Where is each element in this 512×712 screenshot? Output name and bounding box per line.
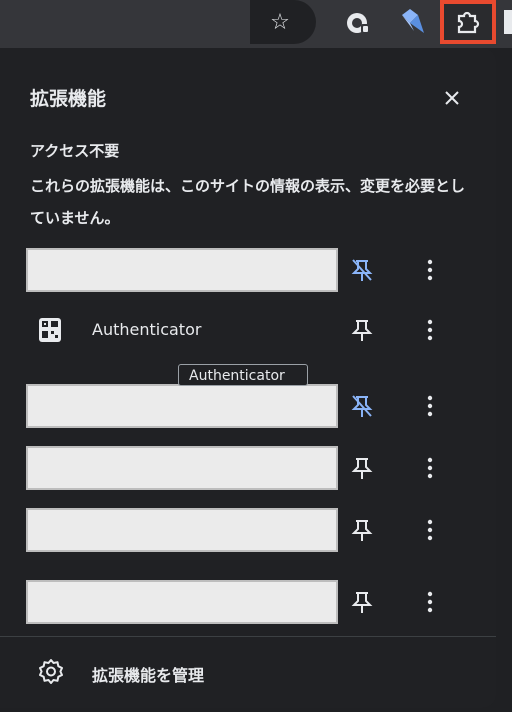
extension-row[interactable] <box>26 384 476 428</box>
diamond-extension-icon[interactable] <box>397 6 427 38</box>
panel-title: 拡張機能 <box>30 88 107 110</box>
extension-row[interactable] <box>26 446 476 490</box>
redacted-extension <box>26 446 338 490</box>
redacted-extension <box>26 384 338 428</box>
extension-row-authenticator[interactable]: Authenticator <box>26 308 476 352</box>
extensions-menu-button[interactable] <box>440 0 496 44</box>
more-vertical-icon <box>427 519 433 541</box>
pin-icon <box>351 520 373 541</box>
more-vertical-icon <box>427 395 433 417</box>
pin-button[interactable] <box>348 452 376 484</box>
extension-name: Authenticator <box>92 320 202 339</box>
extension-row[interactable] <box>26 248 476 292</box>
more-vertical-icon <box>427 457 433 479</box>
pin-icon <box>351 458 373 479</box>
close-button[interactable] <box>438 84 466 112</box>
extension-row[interactable] <box>26 580 476 624</box>
unpin-icon <box>351 259 373 281</box>
redacted-extension <box>26 580 338 624</box>
manage-extensions-button[interactable]: 拡張機能を管理 <box>0 644 496 704</box>
redacted-extension <box>26 508 338 552</box>
close-icon <box>445 91 459 105</box>
gear-icon <box>39 659 63 684</box>
bookmark-star-icon[interactable]: ☆ <box>264 6 296 38</box>
manage-extensions-label: 拡張機能を管理 <box>92 666 205 685</box>
pin-icon <box>351 320 373 341</box>
unpin-icon <box>351 395 373 417</box>
extension-row[interactable] <box>26 508 476 552</box>
section-description: これらの拡張機能は、このサイトの情報の表示、変更を必要としていません。 <box>30 177 466 227</box>
more-options-button[interactable] <box>418 390 442 422</box>
redacted-extension <box>26 248 338 292</box>
puzzle-piece-icon <box>457 11 480 34</box>
more-options-button[interactable] <box>418 452 442 484</box>
extensions-panel: 拡張機能 アクセス不要 これらの拡張機能は、このサイトの情報の表示、変更を必要と… <box>0 48 496 708</box>
pin-button[interactable] <box>348 514 376 546</box>
browser-toolbar: ☆ <box>0 0 512 48</box>
more-options-button[interactable] <box>418 254 442 286</box>
more-vertical-icon <box>427 591 433 613</box>
more-options-button[interactable] <box>418 314 442 346</box>
tooltip: Authenticator <box>178 364 308 386</box>
pin-button[interactable] <box>348 390 376 422</box>
pin-icon <box>351 592 373 613</box>
divider <box>0 636 496 637</box>
password-manager-icon[interactable] <box>343 8 373 38</box>
more-options-button[interactable] <box>418 514 442 546</box>
pin-button[interactable] <box>348 254 376 286</box>
overflow-edge <box>504 10 512 34</box>
more-vertical-icon <box>427 259 433 281</box>
pin-button[interactable] <box>348 314 376 346</box>
pin-button[interactable] <box>348 586 376 618</box>
more-vertical-icon <box>427 319 433 341</box>
section-title: アクセス不要 <box>30 142 120 160</box>
more-options-button[interactable] <box>418 586 442 618</box>
qr-code-icon <box>38 317 62 343</box>
